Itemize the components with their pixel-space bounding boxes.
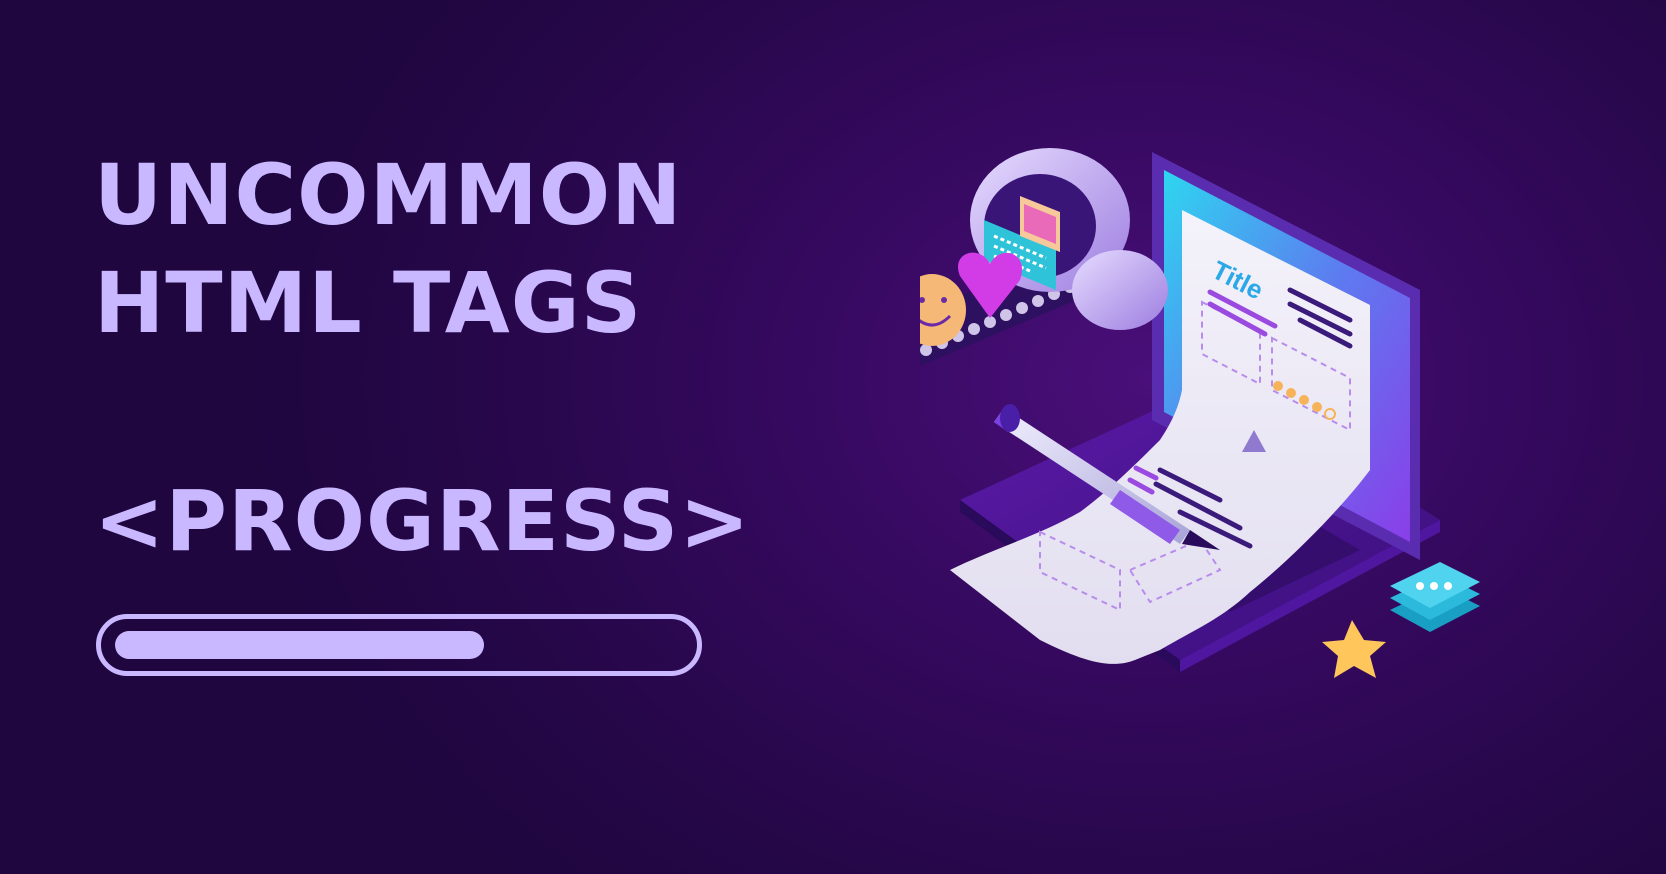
headline-line-1: UNCOMMON — [94, 146, 683, 244]
tag-name-heading: <PROGRESS> — [94, 472, 751, 570]
progress-bar — [96, 614, 702, 676]
headline-line-2: HTML TAGS — [94, 254, 643, 352]
progress-bar-fill — [115, 631, 484, 659]
laptop-document-illustration: Title — [920, 148, 1480, 678]
cloud-upload-icon — [920, 148, 1168, 366]
message-stack-icon — [1390, 562, 1480, 632]
star-icon — [1322, 620, 1386, 678]
